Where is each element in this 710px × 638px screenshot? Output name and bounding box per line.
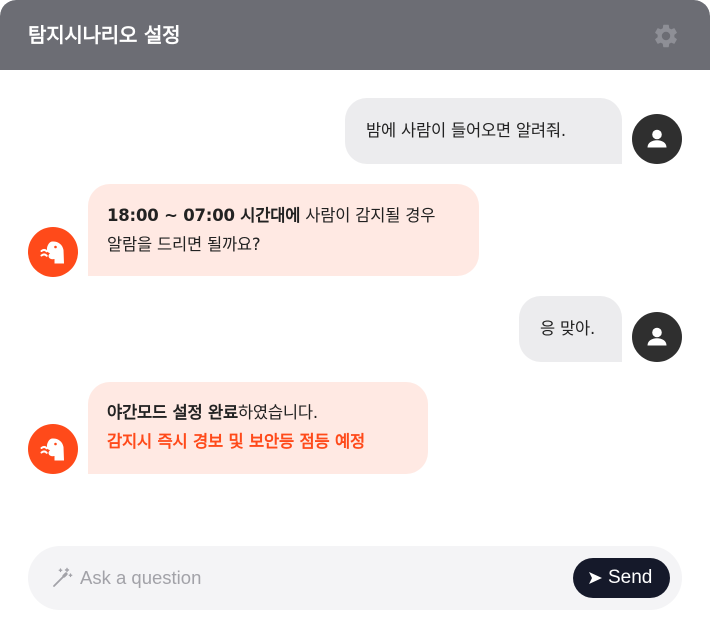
send-button[interactable]: Send xyxy=(573,558,670,598)
user-message-bubble: 응 맞아. xyxy=(519,296,622,362)
chat-header: 탐지시나리오 설정 xyxy=(0,0,710,70)
send-button-label: Send xyxy=(608,567,653,588)
user-message-bubble: 밤에 사람이 들어오면 알려줘. xyxy=(345,98,622,164)
bot-message-line: 18:00 ~ 07:00 시간대에 사람이 감지될 경우 xyxy=(107,201,479,230)
bot-message-accent-text: 감지시 즉시 경보 및 보안등 점등 예정 xyxy=(107,432,365,451)
gear-icon[interactable] xyxy=(652,22,680,50)
user-message-text: 밤에 사람이 들어오면 알려줘. xyxy=(366,121,566,140)
magic-wand-icon xyxy=(53,567,73,587)
bot-avatar xyxy=(28,227,78,277)
user-message-text: 응 맞아. xyxy=(540,319,596,338)
person-icon xyxy=(647,327,667,346)
bot-message-bubble: 18:00 ~ 07:00 시간대에 사람이 감지될 경우 알람을 드리면 될까… xyxy=(88,184,479,276)
person-icon xyxy=(647,129,667,148)
chat-input-bar: Send xyxy=(28,546,682,610)
bot-message-bold-text: 18:00 ~ 07:00 시간대에 xyxy=(107,206,301,225)
bot-message-bubble: 야간모드 설정 완료하였습니다. 감지시 즉시 경보 및 보안등 점등 예정 xyxy=(88,382,428,474)
user-avatar xyxy=(632,312,682,362)
chat-panel: 탐지시나리오 설정 밤에 사람이 들어오면 알려줘. 18:00 ~ 07:00… xyxy=(0,0,710,638)
send-arrow-icon xyxy=(589,572,602,584)
bot-message-bold-text: 야간모드 설정 완료 xyxy=(107,403,238,422)
bot-message-line: 야간모드 설정 완료하였습니다. xyxy=(107,398,428,427)
bot-message-line2: 알람을 드리면 될까요? xyxy=(107,235,261,254)
bot-message-text: 하였습니다. xyxy=(237,403,318,422)
bot-logo-icon xyxy=(40,438,64,461)
bot-logo-icon xyxy=(40,241,64,264)
bot-message-text: 사람이 감지될 경우 xyxy=(300,206,436,225)
question-input[interactable] xyxy=(80,560,550,596)
user-avatar xyxy=(632,114,682,164)
chat-title: 탐지시나리오 설정 xyxy=(28,23,181,47)
bot-avatar xyxy=(28,424,78,474)
